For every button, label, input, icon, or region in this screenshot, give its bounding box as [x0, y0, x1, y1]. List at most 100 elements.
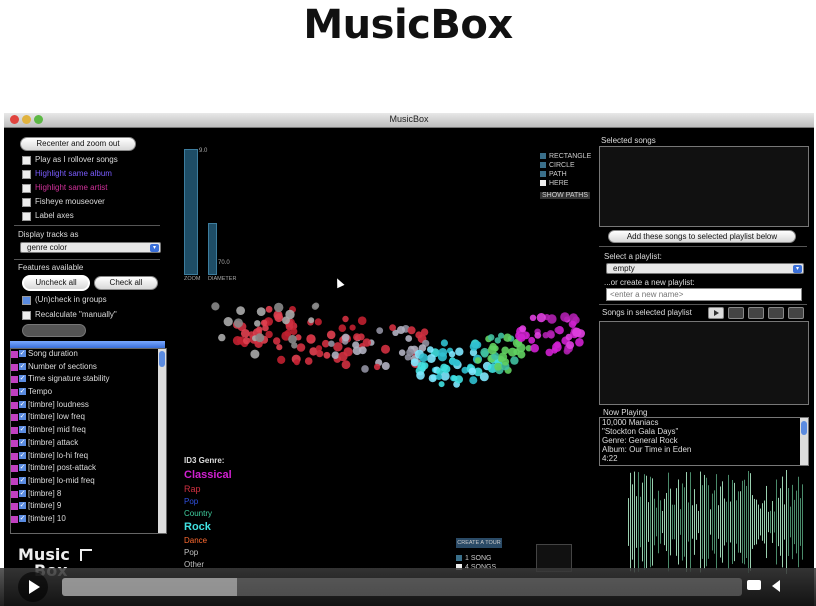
diameter-gauge[interactable] [208, 223, 217, 275]
song-point[interactable] [397, 326, 405, 334]
song-point[interactable] [404, 354, 412, 361]
option-checkbox[interactable] [22, 170, 31, 179]
song-point[interactable] [474, 357, 482, 364]
recalculate-checkbox[interactable] [22, 311, 31, 320]
song-point[interactable] [233, 318, 243, 328]
feature-list-item[interactable]: ✓ Tempo [11, 387, 166, 400]
song-point[interactable] [218, 333, 226, 342]
song-point[interactable] [572, 327, 582, 337]
zoom-gauge[interactable] [184, 149, 198, 275]
feature-list-item[interactable]: ✓ [timbre] 10 [11, 514, 166, 527]
song-point[interactable] [517, 333, 526, 342]
feature-list-item[interactable]: ✓ Time signature stability [11, 374, 166, 387]
song-point[interactable] [449, 358, 457, 366]
song-point[interactable] [481, 350, 489, 358]
show-paths-button[interactable]: SHOW PATHS [540, 192, 591, 199]
song-point[interactable] [232, 336, 243, 346]
song-point[interactable] [442, 364, 451, 374]
song-point[interactable] [479, 372, 489, 382]
uncheck-groups-checkbox[interactable] [22, 296, 31, 305]
song-point[interactable] [438, 381, 445, 388]
song-point[interactable] [376, 327, 384, 334]
song-point[interactable] [349, 324, 356, 331]
song-point[interactable] [419, 353, 428, 363]
song-point[interactable] [285, 309, 295, 320]
shape-legend-item[interactable]: HERE [540, 180, 568, 187]
song-point[interactable] [255, 333, 265, 343]
display-tracks-select[interactable]: genre color ▾ [20, 242, 161, 253]
shape-legend-item[interactable]: PATH [540, 171, 567, 178]
song-point[interactable] [274, 313, 284, 323]
song-point[interactable] [468, 367, 477, 376]
song-point[interactable] [448, 351, 456, 358]
playlist-control-button[interactable] [728, 307, 744, 319]
song-point[interactable] [513, 348, 520, 355]
recenter-button[interactable]: Recenter and zoom out [20, 137, 136, 151]
song-point[interactable] [551, 347, 558, 354]
song-point[interactable] [519, 325, 527, 333]
playlist-control-button[interactable] [788, 307, 804, 319]
song-point[interactable] [503, 333, 512, 342]
volume-icon[interactable] [772, 580, 780, 592]
song-point[interactable] [296, 343, 306, 352]
playlist-select[interactable]: empty ▾ [606, 263, 804, 274]
feature-list-item[interactable]: ✓ [timbre] mid freq [11, 425, 166, 438]
feature-list-item[interactable]: ✓ Song duration [11, 349, 166, 362]
song-point[interactable] [274, 302, 284, 313]
song-point[interactable] [254, 320, 261, 327]
song-point[interactable] [389, 324, 396, 331]
song-point[interactable] [362, 338, 371, 347]
song-point[interactable] [455, 347, 464, 356]
feature-checkbox[interactable]: ✓ [19, 438, 26, 446]
feature-list-item[interactable]: ✓ [timbre] lo-mid freq [11, 476, 166, 489]
song-point[interactable] [498, 332, 505, 339]
feature-checkbox[interactable]: ✓ [19, 426, 26, 434]
song-point[interactable] [492, 345, 499, 352]
song-point[interactable] [436, 368, 443, 375]
song-point[interactable] [426, 354, 436, 363]
song-point[interactable] [554, 327, 561, 334]
song-point[interactable] [437, 352, 447, 362]
new-playlist-name-input[interactable] [606, 288, 802, 301]
song-point[interactable] [546, 330, 555, 339]
song-point[interactable] [528, 336, 536, 344]
song-point[interactable] [428, 374, 437, 383]
song-point[interactable] [288, 334, 297, 344]
song-point[interactable] [223, 317, 233, 327]
song-point[interactable] [435, 373, 442, 380]
feature-list-item[interactable]: ✓ [timbre] 8 [11, 489, 166, 502]
feature-checkbox[interactable]: ✓ [19, 502, 26, 510]
feature-list-item[interactable]: ✓ [timbre] 9 [11, 501, 166, 514]
song-point[interactable] [501, 358, 510, 366]
feature-checkbox[interactable]: ✓ [19, 350, 26, 357]
feature-list-item[interactable]: ✓ Number of sections [11, 362, 166, 375]
feature-checkbox[interactable]: ✓ [19, 362, 26, 370]
song-point[interactable] [575, 338, 584, 347]
song-point[interactable] [276, 344, 283, 351]
song-point[interactable] [529, 314, 537, 321]
add-to-playlist-button[interactable]: Add these songs to selected playlist bel… [608, 230, 796, 243]
song-point[interactable] [243, 337, 251, 345]
song-point[interactable] [341, 333, 350, 342]
check-all-button[interactable]: Check all [94, 276, 158, 290]
song-point[interactable] [415, 331, 423, 339]
song-point[interactable] [469, 376, 478, 385]
song-point[interactable] [417, 361, 426, 371]
song-point[interactable] [265, 305, 273, 313]
song-point[interactable] [277, 355, 286, 364]
song-point[interactable] [338, 351, 348, 362]
feature-list-item[interactable]: ✓ [timbre] attack [11, 438, 166, 451]
song-point[interactable] [342, 315, 349, 323]
features-scrollbar[interactable] [158, 349, 166, 533]
song-point[interactable] [316, 350, 324, 358]
song-point[interactable] [311, 303, 319, 310]
song-point[interactable] [407, 326, 416, 335]
song-point[interactable] [314, 318, 322, 326]
song-point[interactable] [487, 334, 495, 341]
feature-checkbox[interactable]: ✓ [19, 489, 26, 497]
song-point[interactable] [211, 302, 220, 311]
option-checkbox[interactable] [22, 198, 31, 207]
song-point[interactable] [273, 337, 281, 345]
song-point[interactable] [338, 324, 347, 332]
captions-icon[interactable] [747, 580, 761, 590]
